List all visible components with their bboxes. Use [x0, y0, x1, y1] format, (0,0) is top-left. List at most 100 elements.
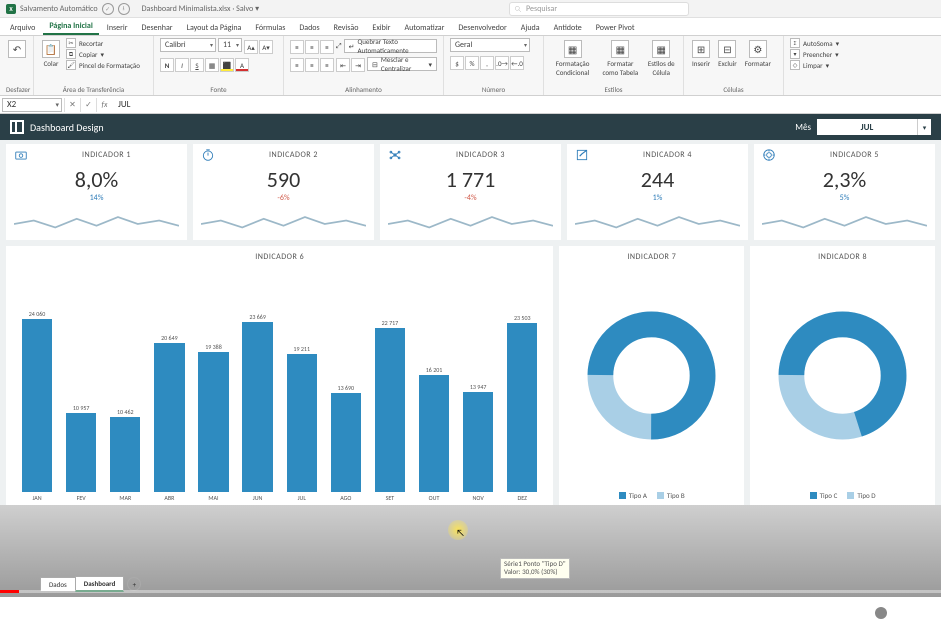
fill-icon: ▾ [790, 49, 800, 59]
currency-button[interactable]: $ [450, 56, 464, 70]
cancel-formula-button[interactable]: ✕ [64, 98, 80, 112]
ribbon-tab-arquivo[interactable]: Arquivo [4, 20, 41, 35]
editing-group-label [790, 94, 868, 95]
formula-input[interactable]: JUL [112, 99, 941, 110]
insert-function-button[interactable]: fx [96, 98, 112, 112]
kpi-card-2: INDICADOR 2590-6% [193, 144, 374, 240]
copy-button[interactable]: ⧉Copiar ▾ [66, 49, 140, 59]
bar-category-label: SET [386, 494, 395, 502]
bar-category-label: ABR [164, 494, 174, 502]
bar-value-label: 16 201 [426, 366, 443, 374]
merge-center-button[interactable]: ⊟Mesclar e Centralizar ▾ [367, 57, 437, 71]
bar-rect [22, 319, 52, 492]
cond-fmt-icon: ▦ [564, 40, 582, 58]
bar-category-label: FEV [77, 494, 86, 502]
percent-button[interactable]: % [465, 56, 479, 70]
cell-styles-button[interactable]: ▦Estilos de Célula [645, 38, 677, 79]
autosum-button[interactable]: ΣAutoSoma ▾ [790, 38, 839, 48]
confirm-formula-button[interactable]: ✓ [80, 98, 96, 112]
name-box[interactable]: X2 [2, 98, 62, 112]
font-name-select[interactable]: Calibri [160, 38, 216, 52]
bar-rect [110, 417, 140, 492]
ribbon-tab-desenhar[interactable]: Desenhar [136, 20, 179, 35]
italic-button[interactable]: I [175, 58, 189, 72]
alignment-group-label: Alinhamento [290, 85, 437, 95]
bar-rect [419, 375, 449, 492]
kpi-icon [762, 148, 776, 162]
align-top-button[interactable]: ≡ [290, 40, 304, 54]
bar-rect [463, 392, 493, 492]
format-cells-button[interactable]: ⚙Formatar [743, 38, 773, 70]
font-color-button[interactable]: A [235, 58, 249, 72]
autosave-toggle-icon[interactable]: ✓ [102, 3, 114, 15]
format-as-table-button[interactable]: ▦Formatar como Tabela [599, 38, 641, 79]
indent-dec-button[interactable]: ⇤ [336, 58, 350, 72]
ribbon-tab-desenvolvedor[interactable]: Desenvolvedor [452, 20, 512, 35]
clear-button[interactable]: ◇Limpar ▾ [790, 60, 839, 70]
ribbon-tab-fórmulas[interactable]: Fórmulas [249, 20, 291, 35]
comma-button[interactable]: , [480, 56, 494, 70]
month-dropdown-icon[interactable]: ▾ [917, 119, 931, 135]
next-button[interactable] [52, 602, 74, 624]
shrink-font-button[interactable]: A▾ [259, 40, 273, 54]
ribbon-tab-automatizar[interactable]: Automatizar [398, 20, 450, 35]
kpi-delta: 14% [14, 193, 179, 203]
fill-color-button[interactable]: ⬛ [220, 58, 234, 72]
save-icon[interactable]: ⭳ [118, 3, 130, 15]
kpi-row: INDICADOR 18,0%14%INDICADOR 2590-6%INDIC… [6, 144, 935, 240]
ribbon-tab-ajuda[interactable]: Ajuda [515, 20, 546, 35]
border-button[interactable]: ▦ [205, 58, 219, 72]
ribbon-tab-power-pivot[interactable]: Power Pivot [590, 20, 641, 35]
ribbon-tab-antidote[interactable]: Antidote [548, 20, 588, 35]
number-format-select[interactable]: Geral [450, 38, 530, 52]
search-input[interactable]: Pesquisar [509, 2, 689, 16]
insert-cells-button[interactable]: ⊞Inserir [690, 38, 712, 70]
ribbon-tab-página-inicial[interactable]: Página Inicial [43, 18, 98, 35]
underline-button[interactable]: S [190, 58, 204, 72]
undo-group-label: Desfazer [6, 85, 27, 95]
format-painter-button[interactable]: 🖌Pincel de Formatação [66, 60, 140, 70]
cut-button[interactable]: ✂Recortar [66, 38, 140, 48]
ribbon-tab-revisão[interactable]: Revisão [328, 20, 365, 35]
wrap-text-button[interactable]: ↵Quebrar Texto Automaticamente [344, 39, 437, 53]
sheet-tab-dados[interactable]: Dados [40, 577, 76, 591]
dashboard-header: Dashboard Design Mês JUL ▾ [0, 114, 941, 140]
ribbon-tab-dados[interactable]: Dados [293, 20, 325, 35]
conditional-formatting-button[interactable]: ▦Formatação Condicional [550, 38, 595, 79]
dec-decimal-button[interactable]: ←.0 [510, 56, 524, 70]
ribbon-tab-exibir[interactable]: Exibir [366, 20, 396, 35]
play-button[interactable] [14, 602, 36, 624]
bold-button[interactable]: N [160, 58, 174, 72]
inc-decimal-button[interactable]: .0→ [495, 56, 509, 70]
paste-button[interactable]: 📋Colar [40, 38, 62, 70]
ribbon-tab-inserir[interactable]: Inserir [101, 20, 134, 35]
align-bottom-button[interactable]: ≡ [320, 40, 334, 54]
delete-cells-button[interactable]: ⊟Excluir [716, 38, 739, 70]
brush-icon: 🖌 [66, 60, 76, 70]
month-select[interactable]: JUL [817, 119, 917, 135]
bar-category-label: DEZ [518, 494, 527, 502]
font-size-select[interactable]: 11 [218, 38, 242, 52]
kpi-delta: -4% [388, 193, 553, 203]
bar-category-label: JUL [298, 494, 306, 502]
ribbon-tab-layout-da-página[interactable]: Layout da Página [181, 20, 248, 35]
dashboard-logo-icon [10, 120, 24, 134]
align-mid-button[interactable]: ≡ [305, 40, 319, 54]
align-center-button[interactable]: ≡ [305, 58, 319, 72]
autoplay-toggle[interactable] [855, 605, 889, 621]
bar-category-label: MAR [119, 494, 131, 502]
volume-button[interactable] [90, 602, 112, 624]
captions-button[interactable] [905, 602, 927, 624]
align-right-button[interactable]: ≡ [320, 58, 334, 72]
grow-font-button[interactable]: A▴ [244, 40, 258, 54]
bar-category-label: JAN [32, 494, 41, 502]
indent-inc-button[interactable]: ⇥ [351, 58, 365, 72]
undo-button[interactable]: ↶ [6, 38, 28, 60]
kpi-sparkline [762, 203, 927, 238]
scissors-icon: ✂ [66, 38, 76, 48]
align-left-button[interactable]: ≡ [290, 58, 304, 72]
fill-button[interactable]: ▾Preencher ▾ [790, 49, 839, 59]
kpi-title: INDICADOR 4 [595, 150, 740, 160]
new-sheet-button[interactable]: + [127, 577, 141, 591]
orientation-button[interactable]: ⤢ [336, 41, 342, 51]
